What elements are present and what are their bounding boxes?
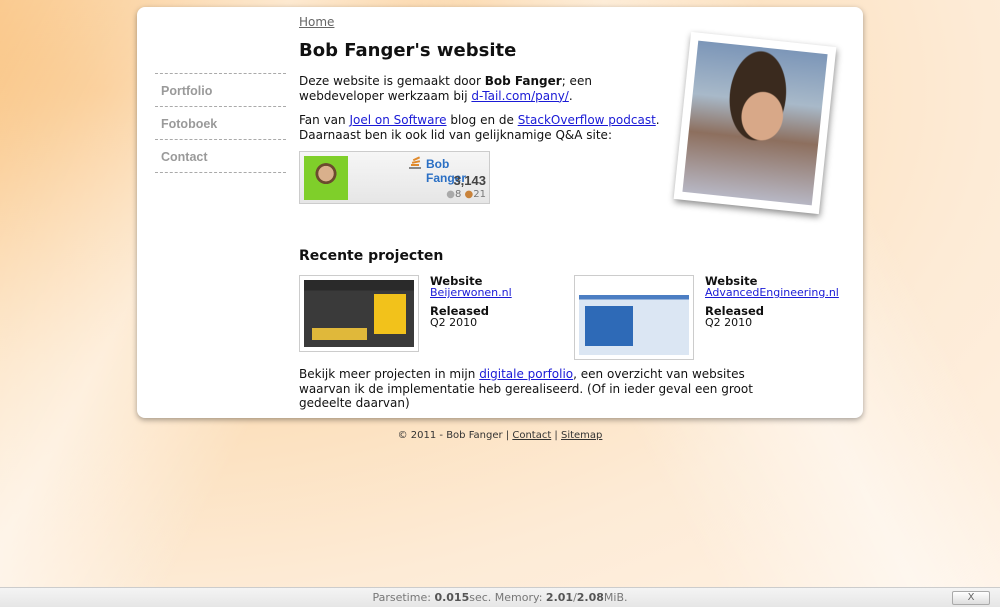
nav-item-fotoboek[interactable]: Fotoboek xyxy=(155,106,286,139)
so-badge-counts: ●8 ●21 xyxy=(446,189,486,200)
footer-separator: | xyxy=(551,430,561,441)
project-website-link[interactable]: AdvancedEngineering.nl xyxy=(705,286,839,299)
fan-paragraph: Fan van Joel on Software blog en de Stac… xyxy=(299,113,669,142)
parsetime-value: 0.015 xyxy=(434,591,470,604)
bronze-badge-count: 21 xyxy=(473,189,486,200)
so-reputation: 3,143 xyxy=(453,173,486,188)
memory-total: 2.08 xyxy=(576,591,604,604)
advancedengineering-screenshot xyxy=(579,280,689,355)
sidebar-nav: Portfolio Fotoboek Contact xyxy=(155,73,286,173)
parsetime-unit: sec. xyxy=(469,591,495,604)
stackoverflow-flair[interactable]: Bob Fanger 3,143 ●8 ●21 xyxy=(299,151,490,204)
intro-text-end: . xyxy=(568,88,573,103)
project-info: Website AdvancedEngineering.nl Released … xyxy=(705,275,839,329)
portfolio-paragraph: Bekijk meer projecten in mijn digitale p… xyxy=(299,367,769,411)
joel-on-software-link[interactable]: Joel on Software xyxy=(349,113,446,127)
profile-photo-image xyxy=(682,40,828,206)
portfolio-link[interactable]: digitale porfolio xyxy=(479,367,573,381)
fan-text-mid: blog en de xyxy=(446,113,518,127)
main-card: Portfolio Fotoboek Contact Home Bob Fang… xyxy=(137,7,863,418)
intro-text: Deze website is gemaakt door xyxy=(299,74,485,88)
project-card-beijerwonen: Website Beijerwonen.nl Released Q2 2010 xyxy=(299,275,559,365)
breadcrumb-home-link[interactable]: Home xyxy=(299,15,334,29)
breadcrumb: Home xyxy=(299,15,334,29)
silver-badge-count: 8 xyxy=(454,189,462,200)
copyright-text: © 2011 - Bob Fanger | xyxy=(397,430,513,441)
author-name: Bob Fanger xyxy=(484,74,562,88)
released-value: Q2 2010 xyxy=(430,316,478,329)
nav-item-contact[interactable]: Contact xyxy=(155,139,286,172)
parsetime-label: Parsetime: xyxy=(372,591,435,604)
project-info: Website Beijerwonen.nl Released Q2 2010 xyxy=(430,275,512,329)
so-avatar xyxy=(304,156,348,200)
project-thumbnail[interactable] xyxy=(574,275,694,360)
project-thumbnail[interactable] xyxy=(299,275,419,352)
portfolio-text: Bekijk meer projecten in mijn xyxy=(299,367,480,381)
footer: © 2011 - Bob Fanger | Contact | Sitemap xyxy=(0,430,1000,441)
memory-unit: MiB. xyxy=(603,591,628,604)
released-value: Q2 2010 xyxy=(705,316,753,329)
stack-icon xyxy=(408,156,422,173)
project-website-link[interactable]: Beijerwonen.nl xyxy=(430,286,512,299)
memory-label: Memory: xyxy=(494,591,546,604)
profile-photo xyxy=(673,31,837,215)
debug-bar: Parsetime: 0.015sec. Memory: 2.01/2.08Mi… xyxy=(0,587,1000,607)
footer-contact-link[interactable]: Contact xyxy=(512,430,551,441)
fan-text: Fan van xyxy=(299,113,350,127)
nav-item-portfolio[interactable]: Portfolio xyxy=(155,73,286,106)
footer-sitemap-link[interactable]: Sitemap xyxy=(561,430,602,441)
intro-paragraph: Deze website is gemaakt door Bob Fanger;… xyxy=(299,74,669,103)
bronze-badge-icon: ● xyxy=(464,189,474,200)
page-title: Bob Fanger's website xyxy=(299,40,517,61)
close-debug-button[interactable]: X xyxy=(952,591,990,605)
employer-link[interactable]: d-Tail.com/pany/ xyxy=(471,89,568,103)
stackoverflow-podcast-link[interactable]: StackOverflow podcast xyxy=(518,113,656,127)
recent-projects-heading: Recente projecten xyxy=(299,248,444,264)
beijerwonen-screenshot xyxy=(304,280,414,347)
silver-badge-icon: ● xyxy=(446,189,455,200)
memory-used: 2.01 xyxy=(545,591,574,604)
project-card-advancedengineering: Website AdvancedEngineering.nl Released … xyxy=(574,275,839,365)
